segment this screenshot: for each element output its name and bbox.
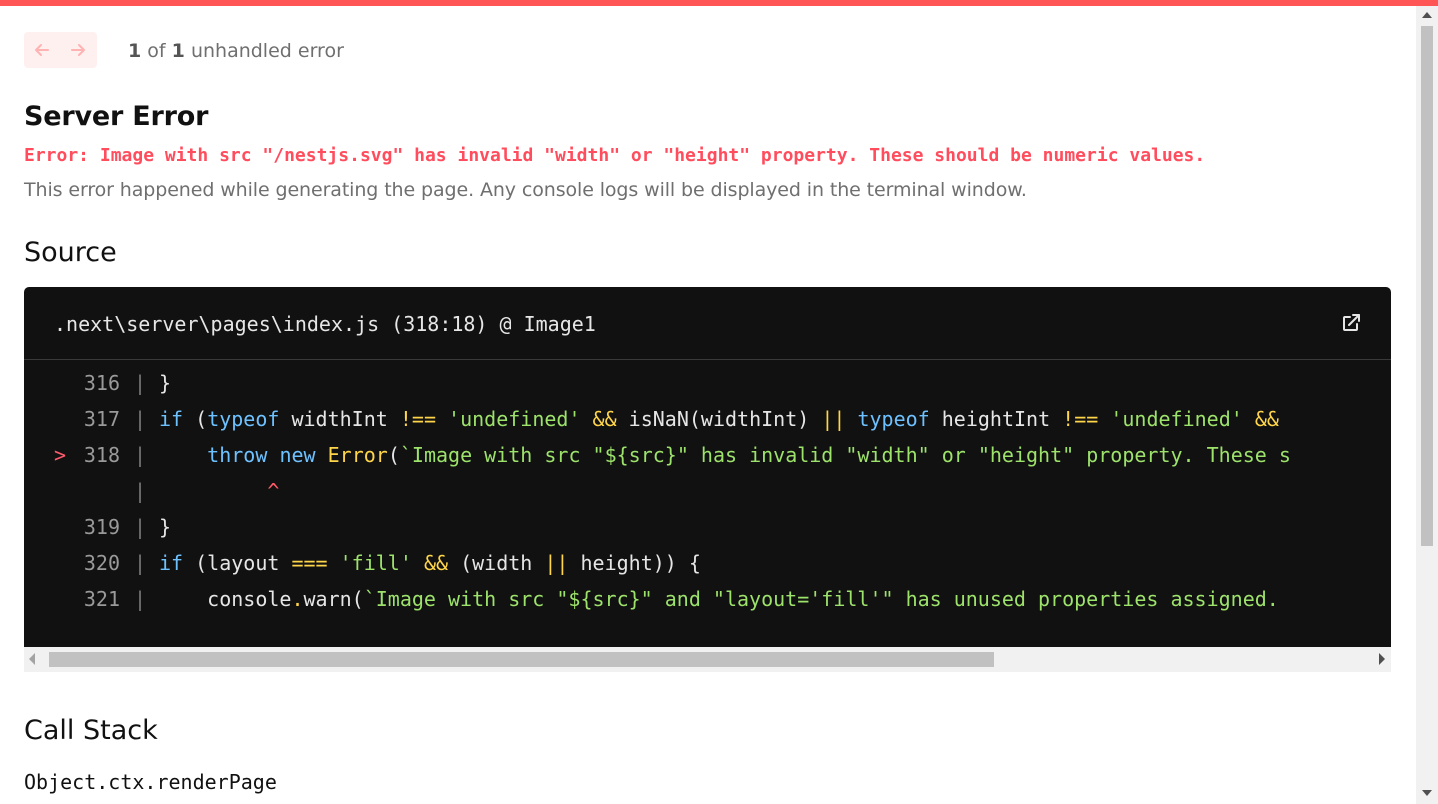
code-token: if (159, 407, 184, 431)
code-token: && (592, 407, 617, 431)
error-count-suffix: unhandled error (190, 40, 344, 62)
error-current-index: 1 (128, 40, 142, 62)
line-number: 319 (83, 515, 120, 539)
error-total-count: 1 (171, 40, 185, 62)
gutter-divider: | (134, 587, 147, 611)
line-number: 320 (83, 551, 120, 575)
error-title: Server Error (24, 101, 209, 132)
code-text: throw new Error(`Image with src "${src}"… (159, 437, 1291, 473)
code-frame: .next\server\pages\index.js (318:18) @ I… (24, 287, 1391, 672)
prev-error-button[interactable] (24, 32, 60, 68)
code-token: throw (207, 443, 268, 467)
code-token: (width (448, 551, 545, 575)
code-text: ^ (159, 473, 279, 509)
gutter-divider: | (134, 371, 147, 395)
scroll-down-arrow-icon[interactable] (1422, 790, 1432, 796)
vertical-scrollbar[interactable] (1416, 6, 1438, 804)
call-stack-heading: Call Stack (24, 715, 158, 746)
code-text: if (typeof widthInt !== 'undefined' && i… (159, 401, 1279, 437)
code-token: !== (399, 407, 436, 431)
code-text: } (159, 365, 171, 401)
code-token: ( (183, 407, 208, 431)
error-count-of: of (147, 40, 166, 62)
highlight-marker: > (54, 443, 67, 467)
code-token: ( (387, 443, 400, 467)
code-token: widthInt (279, 407, 400, 431)
code-text: if (layout === 'fill' && (width || heigh… (159, 545, 701, 581)
code-token: } (159, 515, 172, 539)
line-number: 316 (83, 371, 120, 395)
next-error-button[interactable] (60, 32, 96, 68)
code-token: && (423, 551, 449, 575)
code-token: || (544, 551, 569, 575)
code-token: `Image with src "${src}" and "layout='fi… (363, 587, 1279, 611)
line-number: 318 (83, 443, 120, 467)
code-token: 'undefined' (448, 407, 581, 431)
scroll-up-arrow-icon[interactable] (1422, 12, 1432, 18)
code-token: } (159, 371, 172, 395)
code-token: typeof (857, 407, 930, 431)
code-token: 'undefined' (1110, 407, 1243, 431)
horizontal-scrollbar-thumb[interactable] (49, 652, 994, 667)
source-heading: Source (24, 237, 117, 268)
error-count-label: 1 of 1 unhandled error (128, 40, 344, 62)
code-token: if (159, 551, 184, 575)
code-token: height)) { (568, 551, 701, 575)
code-lines: 316 |} 317 | if (typeof widthInt !== 'undefi… (24, 360, 1391, 647)
code-token: . (291, 587, 304, 611)
code-token: !== (1062, 407, 1099, 431)
code-token: || (821, 407, 846, 431)
line-number: 317 (83, 407, 120, 431)
code-token: 'fill' (339, 551, 412, 575)
external-link-icon[interactable] (1341, 313, 1361, 333)
scroll-left-arrow-icon[interactable] (29, 653, 35, 665)
gutter-divider: | (134, 443, 147, 467)
line-number: 321 (83, 587, 120, 611)
error-message: Error: Image with src "/nestjs.svg" has … (24, 145, 1206, 166)
code-token: console (159, 587, 292, 611)
error-pagination-nav (24, 32, 97, 68)
code-text: console.warn(`Image with src "${src}" an… (159, 581, 1279, 617)
call-stack-frame: Object.ctx.renderPage (24, 770, 277, 794)
error-caret: ^ (267, 479, 280, 503)
gutter-divider: | (134, 407, 147, 431)
scroll-right-arrow-icon[interactable] (1379, 653, 1385, 665)
error-overlay: 1 of 1 unhandled error Server Error Erro… (0, 6, 1416, 804)
horizontal-scrollbar[interactable] (24, 647, 1391, 672)
arrow-left-icon (35, 44, 49, 56)
code-token: typeof (207, 407, 280, 431)
arrow-right-icon (71, 44, 85, 56)
gutter-divider: | (134, 515, 147, 539)
code-token: Error (327, 443, 388, 467)
error-description: This error happened while generating the… (24, 179, 1027, 201)
gutter-divider: | (134, 551, 147, 575)
code-token: && (1254, 407, 1279, 431)
code-token: heightInt (929, 407, 1063, 431)
code-token: `Image with src "${src}" has invalid "wi… (399, 443, 1291, 467)
code-token: (layout (183, 551, 292, 575)
vertical-scrollbar-thumb[interactable] (1421, 26, 1433, 546)
code-token: === (291, 551, 328, 575)
code-token: new (279, 443, 316, 467)
code-text: } (159, 509, 171, 545)
code-frame-header: .next\server\pages\index.js (318:18) @ I… (24, 287, 1391, 360)
code-token: isNaN(widthInt) (616, 407, 822, 431)
code-token: warn( (303, 587, 364, 611)
source-file-location[interactable]: .next\server\pages\index.js (318:18) @ I… (54, 312, 596, 336)
gutter-divider: | (134, 479, 147, 503)
